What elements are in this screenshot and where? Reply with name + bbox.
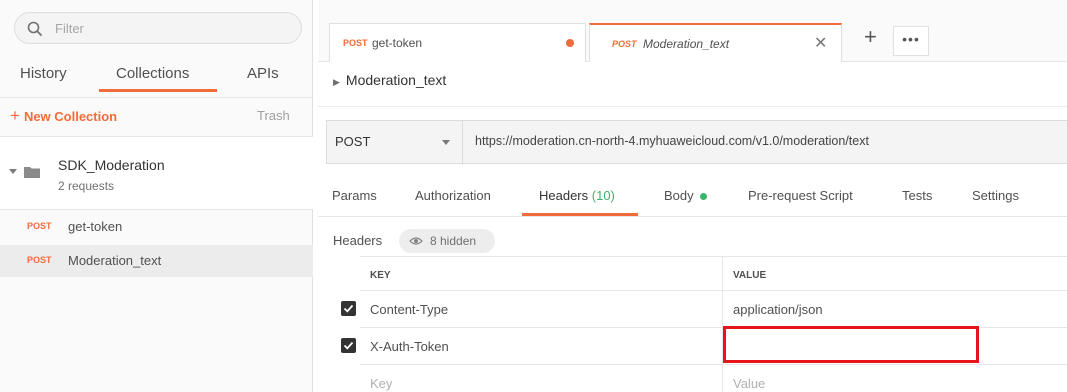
sidebar: Filter History Collections APIs + New Col… (0, 0, 313, 392)
sidebar-request-get-token[interactable]: POST get-token (0, 211, 313, 243)
divider (722, 291, 723, 328)
tab-history[interactable]: History (20, 65, 67, 82)
new-collection-label: New Collection (23, 109, 118, 124)
table-row: Content-Type application/json (341, 290, 1067, 328)
tab-settings[interactable]: Settings (972, 188, 1019, 203)
trash-link[interactable]: Trash (257, 108, 290, 123)
request-name: Moderation_text (68, 253, 162, 268)
unsaved-dot-icon (566, 39, 574, 47)
method-select[interactable]: POST (335, 134, 370, 149)
hidden-count: 8 hidden (430, 234, 477, 248)
method-badge: POST (343, 38, 368, 48)
divider (722, 257, 723, 294)
divider (722, 365, 723, 392)
collection-name: SDK_Moderation (58, 157, 165, 173)
active-tab-indicator (99, 89, 217, 92)
request-tab-get-token[interactable]: POST get-token (329, 23, 586, 62)
hidden-headers-toggle[interactable]: 8 hidden (399, 229, 495, 253)
tab-collections[interactable]: Collections (116, 65, 189, 82)
divider (318, 106, 1067, 107)
method-badge: POST (27, 255, 52, 265)
tab-label: get-token (372, 36, 423, 50)
highlight-box (723, 326, 979, 363)
header-key[interactable]: Content-Type (370, 302, 448, 317)
divider (318, 216, 1067, 217)
column-header-value: VALUE (733, 270, 767, 281)
filter-input[interactable]: Filter (14, 12, 302, 44)
chevron-down-icon[interactable] (442, 140, 450, 145)
new-collection-button[interactable]: + New Collection (10, 106, 117, 126)
chevron-right-icon: ▶ (333, 77, 340, 87)
collection-request-count: 2 requests (58, 179, 115, 193)
tab-tests[interactable]: Tests (902, 188, 932, 203)
header-value[interactable]: application/json (733, 302, 823, 317)
tab-label: Moderation_text (643, 37, 730, 51)
tab-headers[interactable]: Headers (10) (539, 188, 615, 203)
close-icon[interactable]: ✕ (814, 33, 827, 53)
add-tab-button[interactable]: + (864, 26, 877, 48)
request-tab-moderation-text[interactable]: POST Moderation_text ✕ (589, 23, 842, 62)
divider (462, 121, 463, 165)
check-icon (343, 341, 354, 350)
chevron-down-icon[interactable] (9, 169, 17, 174)
tab-apis[interactable]: APIs (247, 65, 279, 82)
request-subtabs: Params Authorization Headers (10) Body P… (318, 178, 1067, 216)
table-header-row: KEY VALUE (360, 256, 1067, 294)
collection-item[interactable]: SDK_Moderation 2 requests (0, 137, 313, 210)
headers-count: (10) (591, 188, 615, 203)
plus-icon: + (10, 106, 20, 125)
url-bar: POST https://moderation.cn-north-4.myhua… (326, 120, 1067, 165)
key-input[interactable]: Key (370, 376, 392, 391)
table-row-placeholder: Key Value (360, 364, 1067, 392)
ellipsis-icon: ••• (902, 31, 920, 47)
status-dot-icon (699, 193, 707, 201)
filter-placeholder: Filter (55, 21, 84, 36)
request-name: get-token (68, 219, 123, 234)
request-title[interactable]: ▶ Moderation_text (333, 72, 446, 88)
tab-headers-label: Headers (539, 188, 589, 203)
request-title-text: Moderation_text (345, 72, 447, 88)
column-header-key: KEY (370, 270, 391, 281)
folder-icon (24, 167, 40, 178)
url-input[interactable]: https://moderation.cn-north-4.myhuaweicl… (475, 134, 869, 148)
tab-body[interactable]: Body (664, 188, 707, 203)
headers-label: Headers (333, 233, 383, 248)
check-icon (343, 304, 354, 313)
method-badge: POST (612, 39, 637, 49)
row-checkbox[interactable] (341, 338, 356, 353)
eye-icon (409, 237, 423, 245)
search-icon (27, 21, 43, 37)
request-tab-bar: POST get-token POST Moderation_text ✕ + … (318, 0, 1067, 62)
tab-pre-request-script[interactable]: Pre-request Script (748, 188, 853, 203)
sidebar-tabs: History Collections APIs (0, 58, 313, 98)
value-input[interactable]: Value (733, 376, 765, 391)
header-key[interactable]: X-Auth-Token (370, 339, 449, 354)
row-checkbox[interactable] (341, 301, 356, 316)
more-tabs-button[interactable]: ••• (893, 26, 929, 56)
sidebar-request-moderation-text[interactable]: POST Moderation_text (0, 245, 313, 277)
tab-params[interactable]: Params (332, 188, 377, 203)
method-badge: POST (27, 221, 52, 231)
tab-body-label: Body (664, 188, 694, 203)
tab-authorization[interactable]: Authorization (415, 188, 491, 203)
